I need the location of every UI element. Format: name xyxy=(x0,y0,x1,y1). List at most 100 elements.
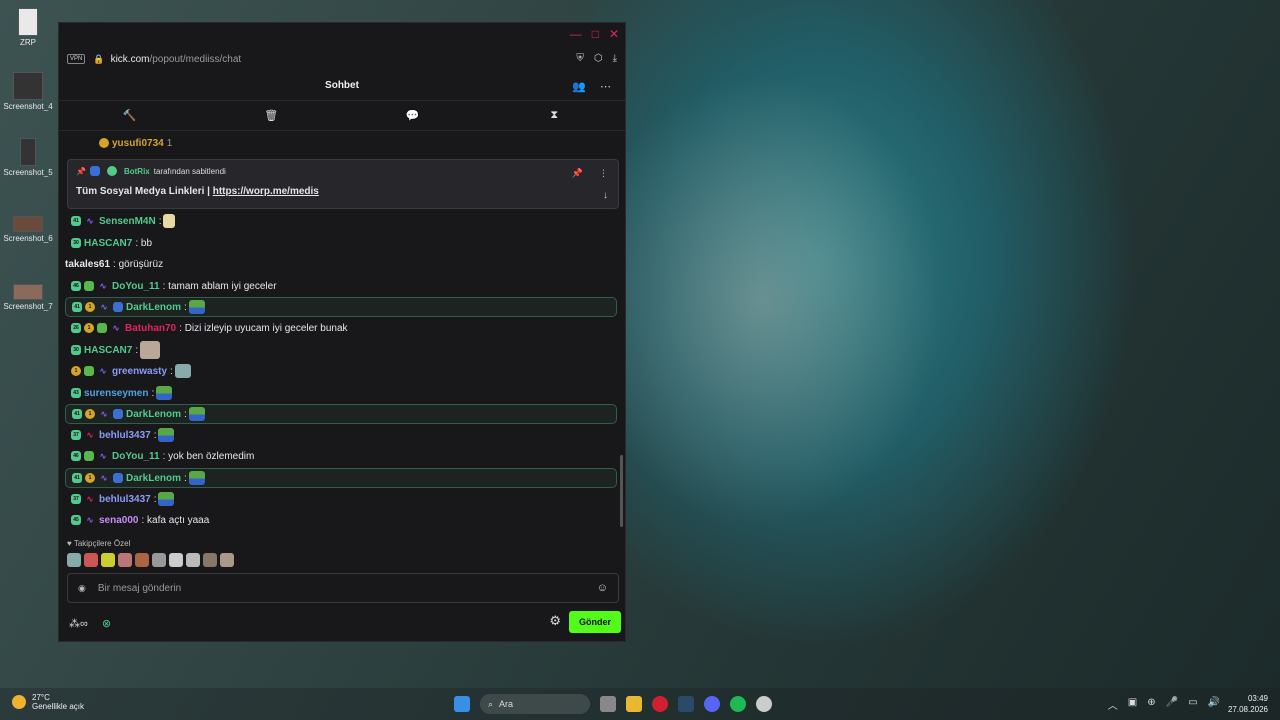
chat-title: Sohbet xyxy=(325,80,359,91)
taskbar-search[interactable]: ⌕ Ara xyxy=(480,694,590,714)
trash-icon[interactable]: 🗑 xyxy=(201,109,343,122)
window-titlebar: — □ ✕ xyxy=(59,23,625,47)
url-path: /popout/mediiss/chat xyxy=(149,53,242,65)
tray-app-icon[interactable]: ▣ xyxy=(1128,697,1137,712)
points-infinity-icon[interactable]: ⁂∞ xyxy=(69,617,88,630)
chat-username[interactable]: greenwasty xyxy=(112,366,167,377)
weather-widget[interactable]: 27°C Genellikle açık xyxy=(12,693,84,711)
pinned-actions: 📌 ⋮ xyxy=(572,168,608,179)
address-bar[interactable]: VPN 🔒 kick.com/popout/mediiss/chat ⛨ ⬡ ⤓ xyxy=(59,47,625,71)
users-icon[interactable]: 👥 xyxy=(572,80,586,93)
emote-icon xyxy=(163,214,176,228)
app-icon[interactable] xyxy=(756,696,772,712)
emote-icon[interactable] xyxy=(118,553,132,567)
green-badge xyxy=(84,281,94,291)
chat-text: yok ben özlemedim xyxy=(168,450,255,462)
chat-username[interactable]: takales61 xyxy=(65,259,110,270)
emote-icon[interactable] xyxy=(67,553,81,567)
verified-icon xyxy=(106,166,117,176)
download-icon[interactable]: ⤓ xyxy=(613,53,617,64)
pepe-emote-icon xyxy=(188,407,205,421)
microphone-icon[interactable]: 🎤 xyxy=(1166,697,1178,712)
chat-scrollbar[interactable] xyxy=(620,455,623,527)
chat-username[interactable]: DarkLenom xyxy=(126,473,181,484)
spotify-icon[interactable] xyxy=(730,696,746,712)
lock-icon[interactable]: 🔒 xyxy=(93,54,104,65)
emote-icon[interactable] xyxy=(101,553,115,567)
emote-icon[interactable] xyxy=(186,553,200,567)
task-view-icon[interactable] xyxy=(600,696,616,712)
network-icon[interactable]: ⊕ xyxy=(1147,697,1155,712)
pinned-by-label: tarafından sabitlendi xyxy=(153,166,226,176)
display-icon[interactable]: ▭ xyxy=(1188,697,1197,712)
sub-gift-icon: ∿ xyxy=(100,302,108,312)
chat-username[interactable]: DoYou_11 xyxy=(112,281,160,292)
extensions-icon[interactable]: ⬡ xyxy=(594,53,603,64)
chat-username[interactable]: sena000 xyxy=(99,515,138,526)
chat-username[interactable]: behlul3437 xyxy=(99,494,151,505)
opera-icon[interactable] xyxy=(652,696,668,712)
discord-icon[interactable] xyxy=(704,696,720,712)
chat-username[interactable]: surenseymen xyxy=(84,388,148,399)
green-badge xyxy=(97,323,107,333)
chat-username[interactable]: yusufi0734 xyxy=(112,138,164,149)
chat-message-highlighted: 41 1 ∿ DarkLenom: xyxy=(65,468,617,488)
green-badge xyxy=(84,366,94,376)
heart-icon: ♥ xyxy=(67,539,72,548)
chevron-up-icon[interactable]: ︿ xyxy=(1108,697,1118,712)
hourglass-icon[interactable]: ⧗ xyxy=(484,109,626,122)
gear-icon[interactable]: ⚙ xyxy=(549,613,561,629)
chat-username[interactable]: DoYou_11 xyxy=(112,451,160,462)
desktop-icon-screenshot-6[interactable]: Screenshot_6 xyxy=(0,216,56,243)
sub-gift-icon: ∿ xyxy=(99,281,107,291)
pinned-more-icon[interactable]: ⋮ xyxy=(599,168,608,179)
address-bar-icons: ⛨ ⬡ ⤓ xyxy=(576,53,617,64)
pepe-emote-icon xyxy=(158,428,175,442)
chat-username[interactable]: DarkLenom xyxy=(126,409,181,420)
chat-input[interactable] xyxy=(97,582,597,594)
emote-icon[interactable] xyxy=(220,553,234,567)
minimize-icon[interactable]: — xyxy=(570,28,582,40)
steam-icon[interactable] xyxy=(678,696,694,712)
ban-hammer-icon[interactable]: 🔨 xyxy=(59,109,201,122)
more-options-icon[interactable]: ⋯ xyxy=(600,80,611,93)
kick-logo-icon[interactable]: ⊗ xyxy=(102,617,111,630)
pinned-message[interactable]: 📌 BotRix tarafından sabitlendi Tüm Sosya… xyxy=(67,159,619,209)
image-thumbnail-icon xyxy=(20,138,36,166)
emote-icon[interactable] xyxy=(84,553,98,567)
chat-username[interactable]: HASCAN7 xyxy=(84,238,132,249)
volume-icon[interactable]: 🔊 xyxy=(1208,697,1220,712)
send-button[interactable]: Gönder xyxy=(568,611,621,633)
emote-icon[interactable] xyxy=(169,553,183,567)
desktop-icon-zrp[interactable]: ZRP xyxy=(0,8,56,47)
chat-bubble-icon[interactable]: 💬 xyxy=(342,109,484,122)
taskbar-apps: ⌕ Ara xyxy=(454,694,772,714)
emoji-icon[interactable]: ☺ xyxy=(597,582,608,594)
emote-icon[interactable] xyxy=(152,553,166,567)
emote-icon[interactable] xyxy=(203,553,217,567)
pepe-emote-icon xyxy=(188,471,205,485)
chat-username[interactable]: DarkLenom xyxy=(126,302,181,313)
sub-gift-icon: ∿ xyxy=(86,515,94,525)
og-badge xyxy=(113,409,123,419)
chat-username[interactable]: HASCAN7 xyxy=(84,345,132,356)
record-icon[interactable]: ◉ xyxy=(78,583,86,594)
start-icon[interactable] xyxy=(454,696,470,712)
chat-username[interactable]: Batuhan70 xyxy=(125,323,176,334)
desktop-icon-screenshot-4[interactable]: Screenshot_4 xyxy=(0,72,56,111)
close-icon[interactable]: ✕ xyxy=(609,28,619,40)
taskbar-clock[interactable]: 03:49 27.08.2026 xyxy=(1228,693,1268,715)
chat-username[interactable]: behlul3437 xyxy=(99,430,151,441)
expand-arrow-icon[interactable]: ↓ xyxy=(603,190,608,201)
pinned-author[interactable]: BotRix xyxy=(124,167,150,176)
emote-icon[interactable] xyxy=(135,553,149,567)
desktop-icon-screenshot-7[interactable]: Screenshot_7 xyxy=(0,284,56,311)
vpn-badge[interactable]: VPN xyxy=(67,54,86,64)
pinned-link[interactable]: https://worp.me/medis xyxy=(213,186,319,197)
shield-icon[interactable]: ⛨ xyxy=(576,53,584,64)
unpin-icon[interactable]: 📌 xyxy=(572,168,583,179)
maximize-icon[interactable]: □ xyxy=(592,28,599,40)
file-explorer-icon[interactable] xyxy=(626,696,642,712)
desktop-icon-screenshot-5[interactable]: Screenshot_5 xyxy=(0,138,56,177)
chat-username[interactable]: SensenM4N xyxy=(99,216,156,227)
